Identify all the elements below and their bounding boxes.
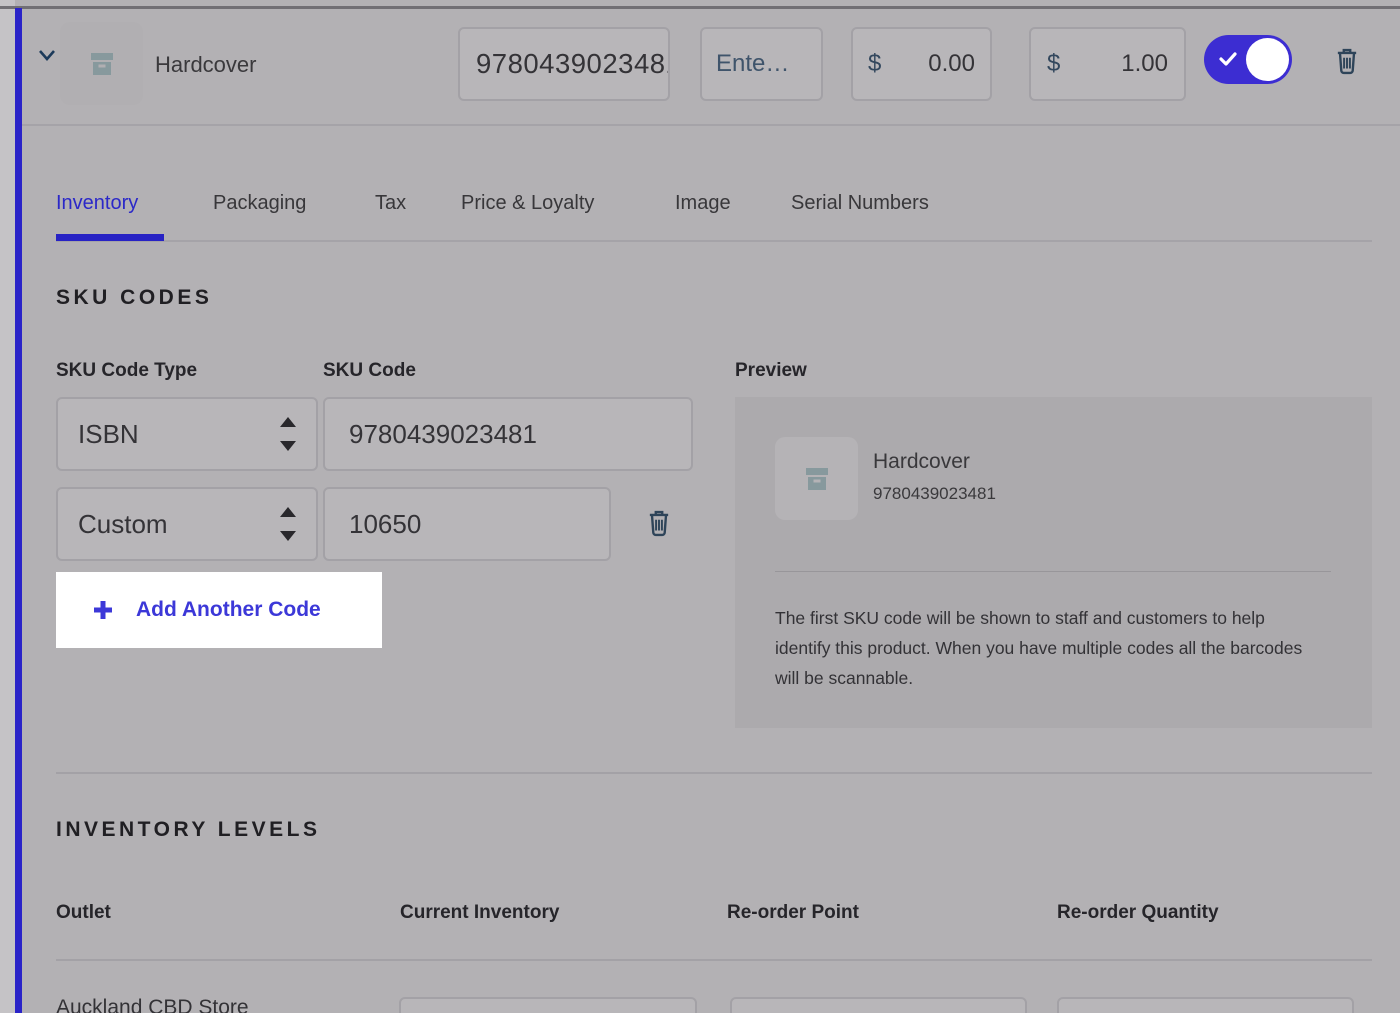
section-divider [56, 772, 1372, 774]
preview-divider [775, 571, 1331, 572]
outlet-column-header: Outlet [56, 902, 111, 924]
variant-editor-page: Hardcover 9780439023481 $ 0.00 $ 1.00 In… [0, 0, 1400, 1013]
box-icon [89, 52, 115, 76]
tab-price-loyalty[interactable]: Price & Loyalty [461, 192, 594, 215]
tab-inventory[interactable]: Inventory [56, 192, 138, 215]
table-header-divider [56, 959, 1372, 961]
sku-type-select[interactable]: Custom [56, 487, 318, 561]
sku-type-select[interactable]: ISBN [56, 397, 318, 471]
currency-symbol: $ [868, 50, 881, 78]
preview-card: Hardcover 9780439023481 The first SKU co… [735, 397, 1372, 728]
active-tab-indicator [56, 234, 164, 241]
plus-icon [92, 599, 114, 621]
variant-enabled-toggle[interactable] [1204, 35, 1292, 84]
delete-sku-code-trash-icon[interactable] [646, 509, 672, 537]
variant-retail-price-input[interactable]: $ 1.00 [1029, 27, 1186, 101]
sku-code-type-column-header: SKU Code Type [56, 360, 197, 382]
sku-code-input[interactable]: 10650 [323, 487, 611, 561]
reorder-quantity-input[interactable] [1057, 997, 1354, 1013]
current-inventory-input[interactable] [399, 997, 697, 1013]
variant-image-placeholder[interactable] [60, 22, 143, 105]
tabs-baseline [56, 240, 1372, 242]
collapse-chevron-icon[interactable] [35, 44, 59, 66]
check-icon [1219, 51, 1237, 67]
preview-product-code: 9780439023481 [873, 484, 996, 504]
toggle-knob [1246, 38, 1289, 81]
panel-top-border [0, 6, 1400, 9]
reorder-point-column-header: Re-order Point [727, 902, 859, 924]
current-inventory-column-header: Current Inventory [400, 902, 559, 924]
tab-tax[interactable]: Tax [375, 192, 406, 215]
variant-supply-price-input[interactable]: $ 0.00 [851, 27, 992, 101]
preview-product-name: Hardcover [873, 450, 970, 474]
reorder-quantity-column-header: Re-order Quantity [1057, 902, 1219, 924]
preview-heading: Preview [735, 360, 807, 382]
select-stepper-icon[interactable] [280, 507, 296, 541]
tab-serial-numbers[interactable]: Serial Numbers [791, 192, 929, 215]
box-icon [804, 467, 830, 491]
tab-packaging[interactable]: Packaging [213, 192, 306, 215]
tab-image[interactable]: Image [675, 192, 731, 215]
sku-code-column-header: SKU Code [323, 360, 416, 382]
variant-supplier-code-input[interactable] [700, 27, 823, 101]
outlet-name-label: Auckland CBD Store [56, 996, 249, 1013]
sku-codes-heading: SKU CODES [56, 286, 212, 310]
variant-header-divider [22, 124, 1400, 126]
add-another-code-button[interactable]: Add Another Code [56, 572, 382, 648]
preview-description: The first SKU code will be shown to staf… [775, 603, 1325, 693]
select-stepper-icon[interactable] [280, 417, 296, 451]
currency-symbol: $ [1047, 50, 1060, 78]
sku-code-input[interactable]: 9780439023481 [323, 397, 693, 471]
inventory-levels-heading: INVENTORY LEVELS [56, 818, 321, 842]
preview-image-placeholder [775, 437, 858, 520]
delete-variant-trash-icon[interactable] [1334, 47, 1360, 75]
page-left-gutter [0, 0, 15, 1013]
reorder-point-input[interactable] [730, 997, 1027, 1013]
expanded-variant-accent-bar [15, 8, 22, 1013]
variant-sku-input[interactable]: 9780439023481 [458, 27, 670, 101]
variant-name-label: Hardcover [155, 52, 256, 78]
